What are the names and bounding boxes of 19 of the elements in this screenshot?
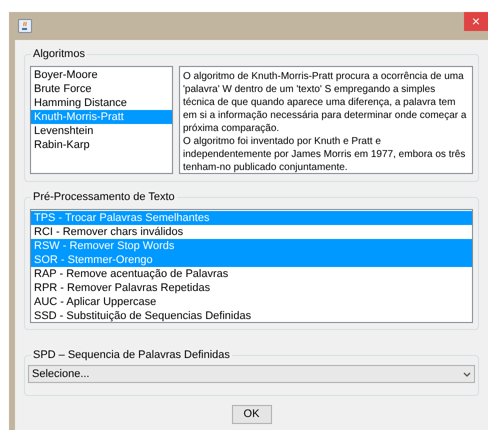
list-item[interactable]: Hamming Distance bbox=[31, 96, 172, 110]
group-title: SPD – Sequencia de Palavras Definidas bbox=[31, 348, 232, 362]
list-item[interactable]: Boyer-Moore bbox=[31, 68, 172, 82]
list-item[interactable]: Rabin-Karp bbox=[31, 138, 172, 152]
ok-button[interactable]: OK bbox=[232, 405, 272, 424]
group-title: Algoritmos bbox=[31, 47, 87, 61]
description-text: O algoritmo de Knuth-Morris-Pratt procura a ocorrência de uma 'palavra' W dentro de um 'texto' S empregando a simples técnica de que quando aparece uma diferença, a palavra tem em si a informação necessária para determinar onde começar a próxima comparação. bbox=[183, 70, 468, 135]
java-cup-icon bbox=[18, 19, 32, 33]
chevron-down-icon bbox=[463, 372, 471, 376]
list-item[interactable]: Brute Force bbox=[31, 82, 172, 96]
list-item[interactable]: SSD - Substituição de Sequencias Definidas bbox=[31, 309, 472, 323]
list-item[interactable]: RAP - Remove acentuação de Palavras bbox=[31, 267, 472, 281]
description-text: O algoritmo foi inventado por Knuth e Pratt e independentemente por James Morris em 1977, embora os três tenham-no publicado conjuntamente. bbox=[183, 135, 466, 174]
list-item[interactable]: RCI - Remover chars inválidos bbox=[31, 225, 472, 239]
list-item[interactable]: AUC - Aplicar Uppercase bbox=[31, 295, 472, 309]
sequence-dropdown[interactable]: Selecione... bbox=[28, 365, 475, 383]
list-item[interactable]: Levenshtein bbox=[31, 124, 172, 138]
close-button[interactable]: × bbox=[464, 12, 488, 31]
list-item[interactable]: RPR - Remover Palavras Repetidas bbox=[31, 281, 472, 295]
